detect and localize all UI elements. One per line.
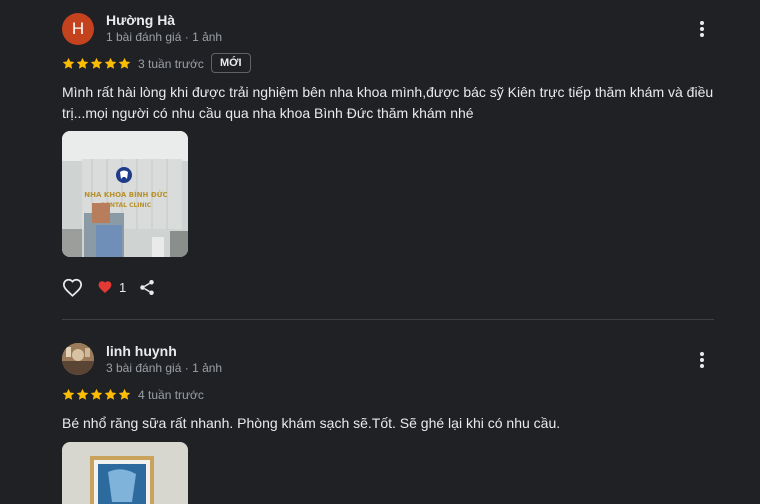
star-icon <box>76 388 89 400</box>
star-rating <box>62 388 131 401</box>
reviewer-name[interactable]: linh huynh <box>106 343 177 359</box>
star-icon <box>104 388 117 400</box>
star-icon <box>90 388 103 400</box>
avatar[interactable] <box>62 343 94 375</box>
clinic-wall-photo <box>62 442 188 504</box>
review-card: linh huynh 3 bài đánh giá · 1 ảnh 4 tuần… <box>0 0 760 504</box>
star-icon <box>62 388 75 400</box>
star-icon <box>118 388 131 400</box>
more-vert-icon <box>700 352 704 368</box>
review-time: 4 tuần trước <box>138 388 204 402</box>
more-options-button[interactable] <box>692 348 712 372</box>
review-photo[interactable] <box>62 442 188 504</box>
review-text: Bé nhổ răng sữa rất nhanh. Phòng khám sạ… <box>62 415 561 431</box>
reviewer-meta: 3 bài đánh giá · 1 ảnh <box>106 361 223 375</box>
avatar-photo-image <box>62 343 94 375</box>
